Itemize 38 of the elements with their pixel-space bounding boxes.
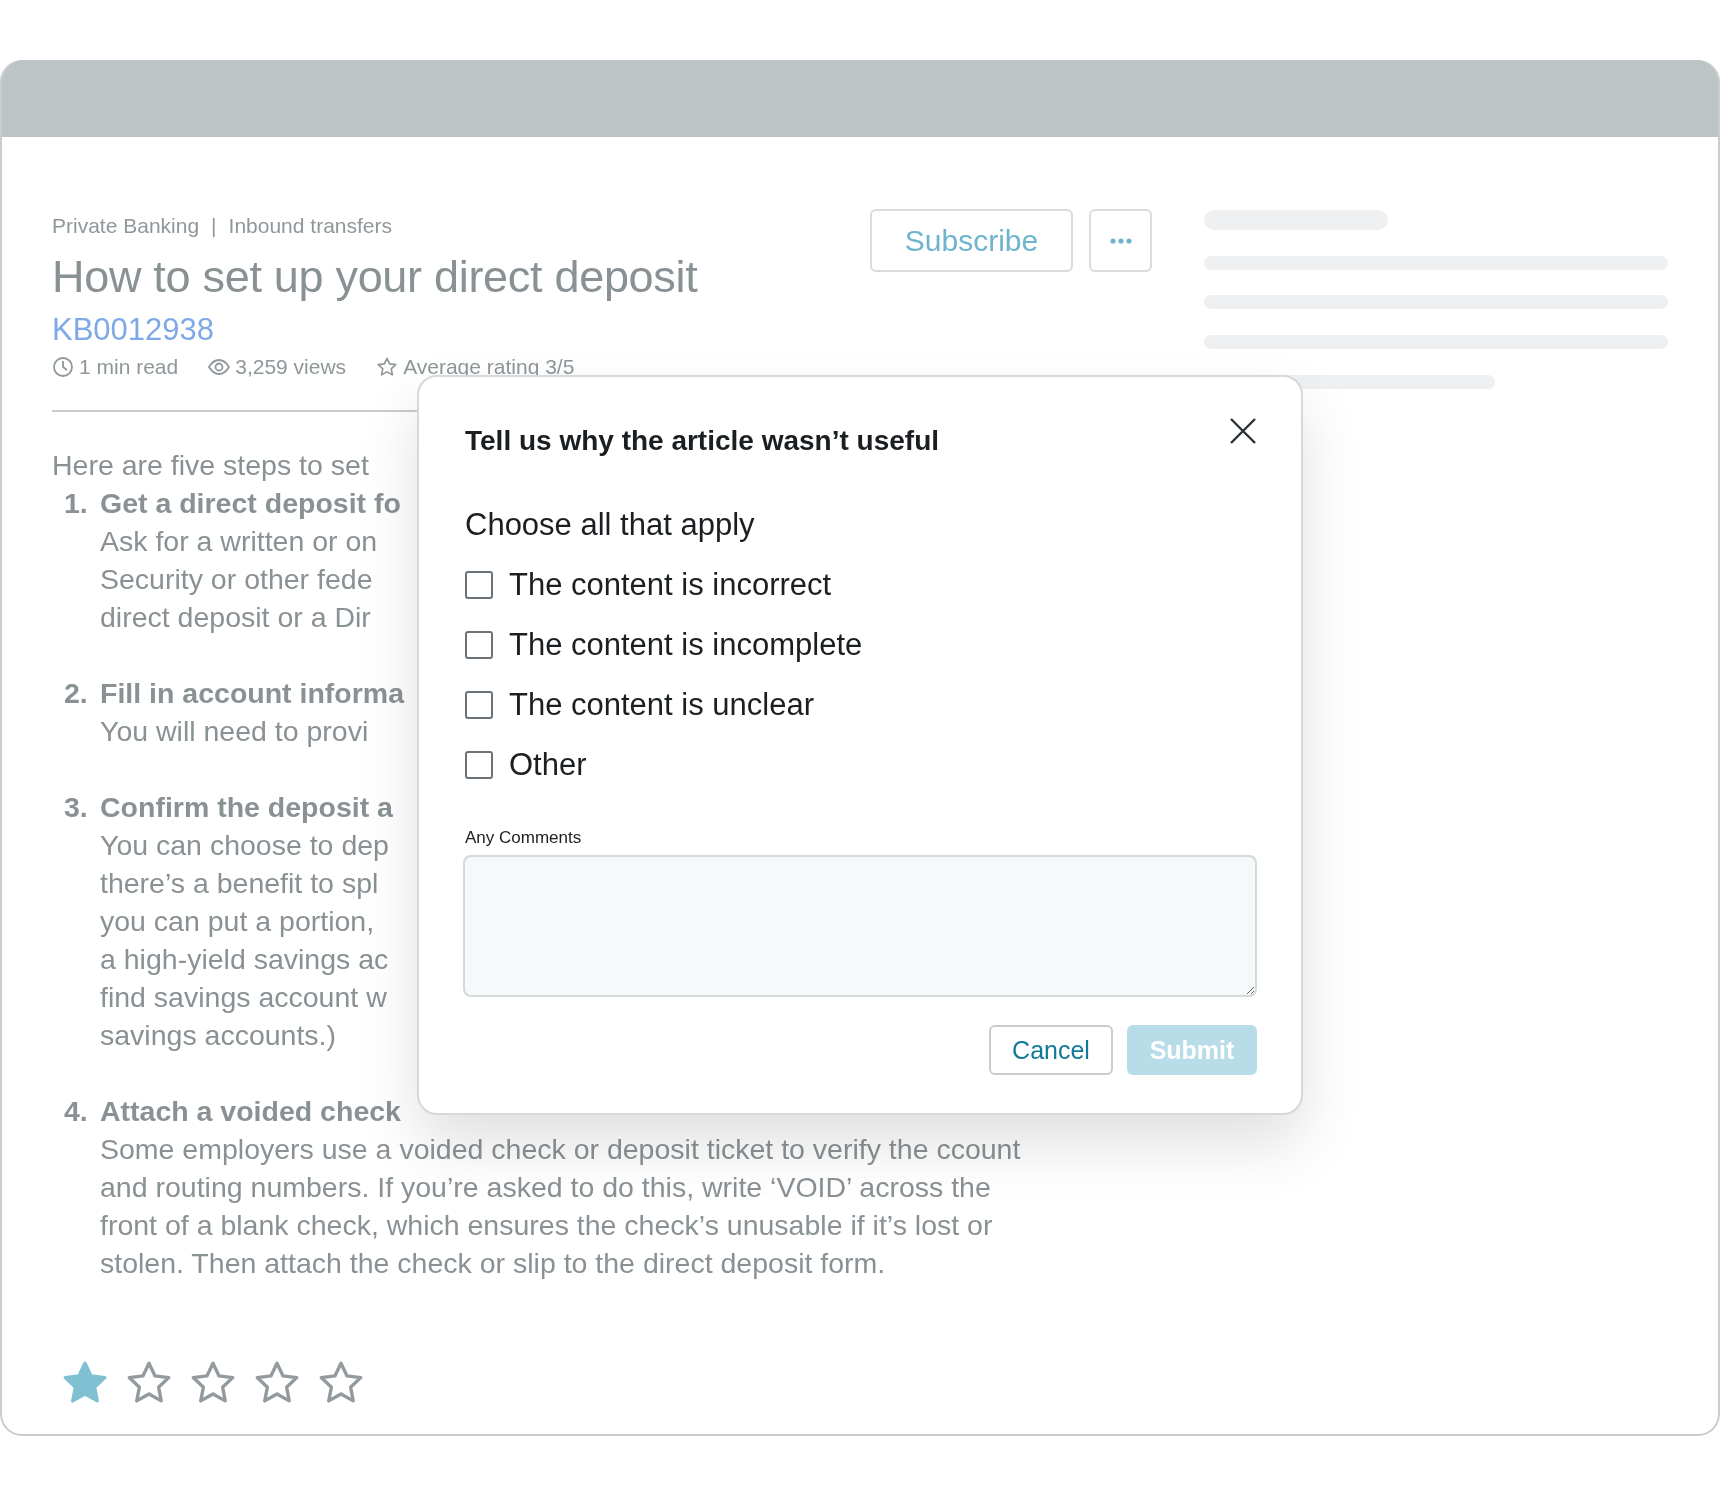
checkbox-label[interactable]: The content is unclear	[509, 685, 814, 725]
breadcrumb-link[interactable]: Private Banking	[52, 213, 200, 239]
checkbox-label[interactable]: Other	[509, 745, 587, 785]
step-number: 4.	[63, 1094, 89, 1129]
step-title: Confirm the deposit a	[100, 790, 393, 825]
article-title: How to set up your direct deposit	[52, 250, 698, 304]
checkbox-label[interactable]: The content is incorrect	[509, 565, 832, 605]
cancel-button[interactable]: Cancel	[989, 1025, 1113, 1075]
step-text: Some employers use a voided check or deposit ticket to verify the ccount and routing numbers. If you’re asked to do this, write ‘VOID’ across the front of a blank check, which ensures the check’s unusable if it’s lost or stolen. Then attach the check or slip to the direct deposit form.	[100, 1132, 1021, 1281]
step-number: 1.	[63, 486, 89, 521]
intro-text: Here are five steps to set	[52, 448, 369, 483]
comments-field[interactable]	[463, 855, 1257, 997]
clock-icon	[52, 356, 74, 378]
star-icon	[376, 356, 399, 378]
meta-text: 3,259 views	[235, 354, 347, 380]
checkbox[interactable]	[465, 691, 493, 719]
checkbox[interactable]	[465, 631, 493, 659]
breadcrumb-separator: |	[211, 213, 217, 239]
step-title: Fill in account informa	[100, 676, 405, 711]
step-number: 2.	[63, 676, 89, 711]
step-number: 3.	[63, 790, 89, 825]
breadcrumb-link[interactable]: Inbound transfers	[228, 213, 392, 239]
checkbox[interactable]	[465, 751, 493, 779]
dialog-title: Tell us why the article wasn’t useful	[465, 424, 940, 458]
step-text: You can choose to dep there’s a benefit to spl you can put a portion, a high-yield savings ac find savings account w savings accounts.)	[100, 828, 389, 1053]
step-title: Get a direct deposit fo	[100, 486, 401, 521]
close-button[interactable]	[1229, 417, 1257, 445]
eye-icon	[208, 356, 231, 378]
step-title: Attach a voided check	[100, 1094, 401, 1129]
step-text: You will need to provi	[100, 714, 369, 749]
article-number: KB0012938	[52, 311, 216, 349]
dialog-prompt: Choose all that apply	[465, 506, 756, 544]
checkbox[interactable]	[465, 571, 493, 599]
field-label: Any Comments	[465, 827, 583, 849]
checkbox-label[interactable]: The content is incomplete	[509, 625, 863, 665]
meta-text: 1 min read	[79, 354, 179, 380]
more-icon	[1109, 237, 1132, 244]
step-text: Ask for a written or on Security or other fede direct deposit or a Dir	[100, 524, 378, 635]
